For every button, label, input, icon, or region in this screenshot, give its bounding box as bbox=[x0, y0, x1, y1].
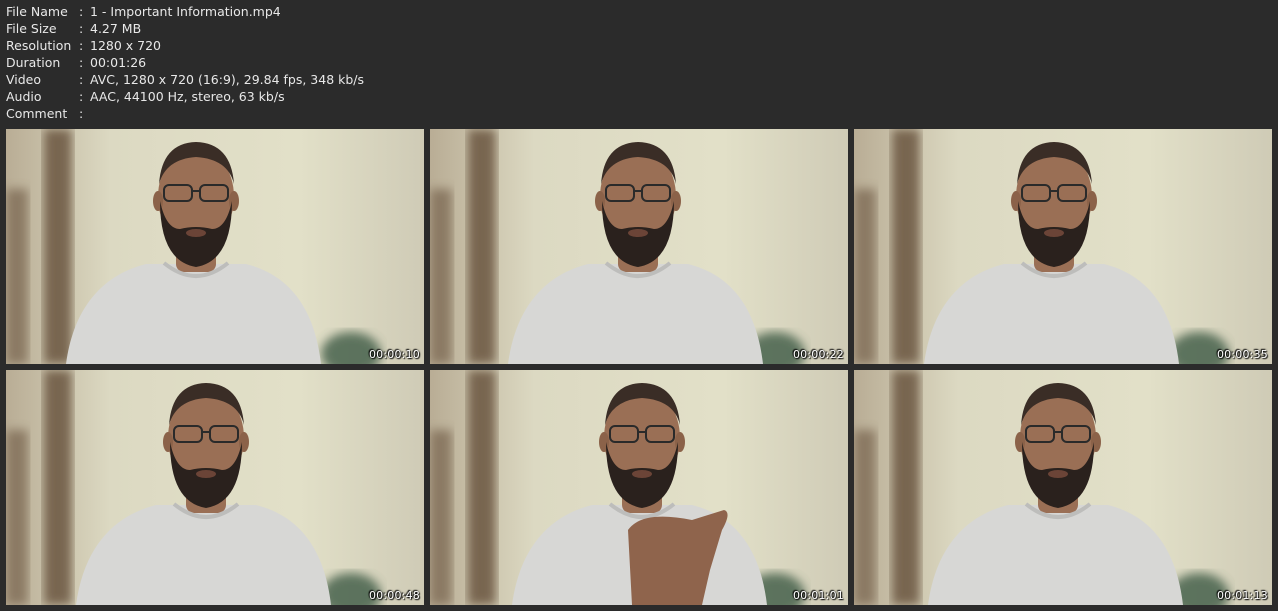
info-value: 4.27 MB bbox=[90, 21, 142, 36]
video-frame bbox=[6, 129, 424, 364]
info-separator: : bbox=[79, 55, 84, 70]
video-frame bbox=[430, 370, 848, 605]
door-frame bbox=[44, 129, 72, 364]
video-frame bbox=[854, 129, 1272, 364]
video-thumbnail[interactable]: 00:01:13 bbox=[854, 370, 1272, 605]
info-value: 1280 x 720 bbox=[90, 38, 162, 53]
info-row-duration: Duration : 00:01:26 bbox=[6, 54, 364, 71]
info-separator: : bbox=[79, 4, 84, 19]
video-thumbnail[interactable]: 00:00:35 bbox=[854, 129, 1272, 364]
video-frame bbox=[6, 370, 424, 605]
info-separator: : bbox=[79, 72, 84, 87]
info-label: File Size bbox=[6, 21, 57, 36]
info-value: 00:01:26 bbox=[90, 55, 147, 70]
info-value: AVC, 1280 x 720 (16:9), 29.84 fps, 348 k… bbox=[90, 72, 365, 87]
mouth bbox=[196, 470, 216, 478]
info-label: File Name bbox=[6, 4, 68, 19]
thumbnail-timestamp: 00:00:22 bbox=[792, 348, 844, 361]
info-row-file-name: File Name : 1 - Important Information.mp… bbox=[6, 3, 364, 20]
media-info-panel: File Name : 1 - Important Information.mp… bbox=[6, 3, 364, 122]
thumbnail-timestamp: 00:00:10 bbox=[368, 348, 420, 361]
info-row-video: Video : AVC, 1280 x 720 (16:9), 29.84 fp… bbox=[6, 71, 364, 88]
info-separator: : bbox=[79, 38, 84, 53]
info-row-audio: Audio : AAC, 44100 Hz, stereo, 63 kb/s bbox=[6, 88, 364, 105]
thumbnail-timestamp: 00:00:35 bbox=[1216, 348, 1268, 361]
mouth bbox=[1044, 229, 1064, 237]
door-frame bbox=[44, 370, 72, 605]
video-thumbnail[interactable]: 00:00:22 bbox=[430, 129, 848, 364]
door-frame bbox=[468, 370, 496, 605]
info-label: Comment bbox=[6, 106, 68, 121]
info-row-file-size: File Size : 4.27 MB bbox=[6, 20, 364, 37]
info-row-resolution: Resolution : 1280 x 720 bbox=[6, 37, 364, 54]
info-row-comment: Comment : bbox=[6, 105, 364, 122]
video-frame bbox=[854, 370, 1272, 605]
door-frame bbox=[892, 370, 920, 605]
furniture-left bbox=[854, 430, 876, 605]
thumbnail-grid: 00:00:10 00:00:22 00:00:35 00:00:48 00:0… bbox=[6, 129, 1272, 605]
mouth bbox=[632, 470, 652, 478]
furniture-left bbox=[430, 430, 452, 605]
mouth bbox=[628, 229, 648, 237]
info-separator: : bbox=[79, 21, 84, 36]
info-label: Audio bbox=[6, 89, 42, 104]
video-thumbnail[interactable]: 00:00:10 bbox=[6, 129, 424, 364]
info-separator: : bbox=[79, 89, 84, 104]
furniture-left bbox=[854, 189, 876, 364]
video-thumbnail[interactable]: 00:00:48 bbox=[6, 370, 424, 605]
furniture-left bbox=[6, 430, 28, 605]
mouth bbox=[186, 229, 206, 237]
info-label: Resolution bbox=[6, 38, 72, 53]
video-frame bbox=[430, 129, 848, 364]
info-label: Video bbox=[6, 72, 42, 87]
furniture-left bbox=[6, 189, 28, 364]
thumbnail-timestamp: 00:01:01 bbox=[792, 589, 844, 602]
thumbnail-timestamp: 00:00:48 bbox=[368, 589, 420, 602]
info-value: AAC, 44100 Hz, stereo, 63 kb/s bbox=[90, 89, 285, 104]
info-separator: : bbox=[79, 106, 84, 121]
thumbnail-timestamp: 00:01:13 bbox=[1216, 589, 1268, 602]
door-frame bbox=[892, 129, 920, 364]
mouth bbox=[1048, 470, 1068, 478]
furniture-left bbox=[430, 189, 452, 364]
info-label: Duration bbox=[6, 55, 61, 70]
video-thumbnail[interactable]: 00:01:01 bbox=[430, 370, 848, 605]
info-value: 1 - Important Information.mp4 bbox=[90, 4, 281, 19]
door-frame bbox=[468, 129, 496, 364]
